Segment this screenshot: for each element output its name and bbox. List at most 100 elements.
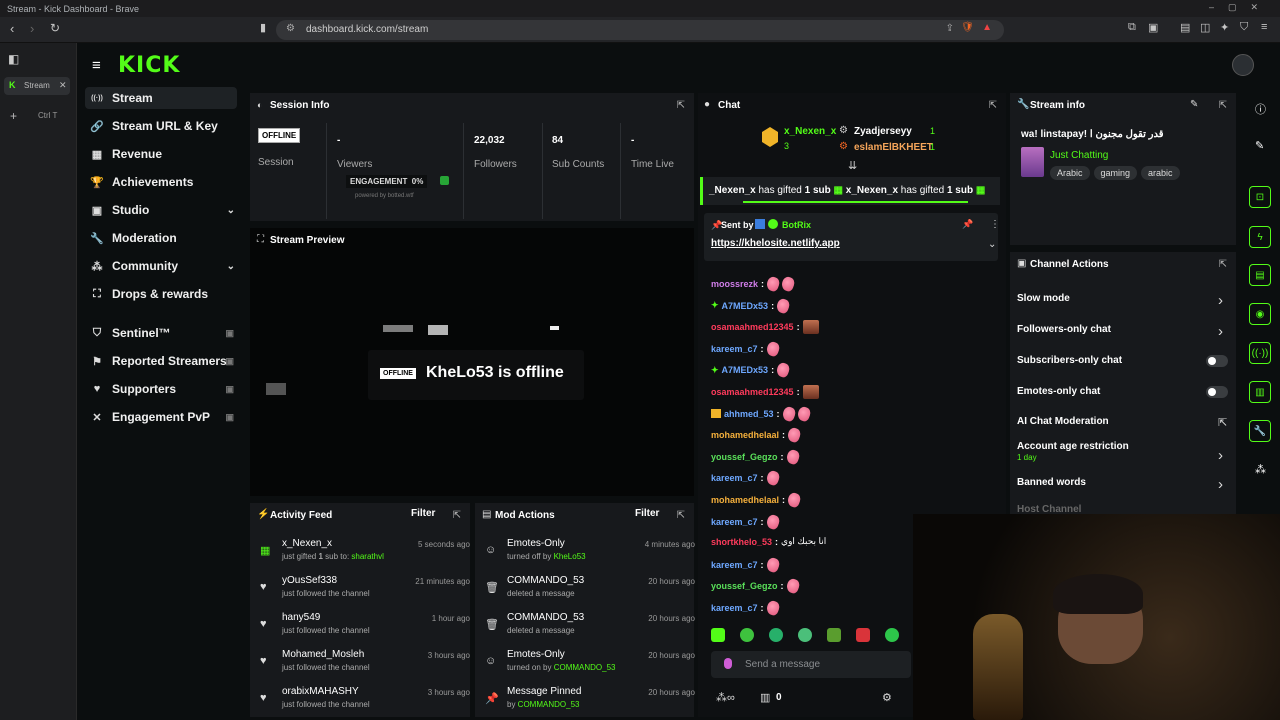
sidebar-item-reported-streamers[interactable]: ⚑ Reported Streamers ▣ bbox=[90, 350, 240, 372]
sidebar-item-achievements[interactable]: 🏆 Achievements bbox=[90, 171, 240, 193]
channel-action-ai-chat-moderation[interactable]: AI Chat Moderation bbox=[1017, 416, 1109, 427]
sidebar-item-drops-rewards[interactable]: ⛶ Drops & rewards bbox=[90, 283, 240, 305]
emoji-icon[interactable] bbox=[724, 658, 732, 669]
community-icon[interactable]: ⁂∞ bbox=[716, 691, 735, 704]
close-icon[interactable]: ✕ bbox=[59, 80, 67, 91]
chevron-down-icon[interactable]: ⌄ bbox=[227, 205, 235, 216]
kick-logo[interactable]: KICK bbox=[118, 53, 180, 78]
tab-stream[interactable]: K Stream ✕ bbox=[4, 77, 70, 95]
toggle-switch[interactable] bbox=[1206, 386, 1228, 398]
chat-username[interactable]: kareem_c7 bbox=[711, 473, 758, 483]
tag[interactable]: Arabic bbox=[1050, 166, 1090, 180]
activity-username[interactable]: yOusSef338 bbox=[282, 575, 337, 586]
channel-action-emotes-only-chat[interactable]: Emotes-only chat bbox=[1017, 386, 1100, 397]
channel-action-banned-words[interactable]: Banned words bbox=[1017, 477, 1086, 488]
more-icon[interactable]: ⋮ bbox=[990, 219, 1000, 230]
pinned-link[interactable]: https://khelosite.netlify.app bbox=[711, 238, 840, 249]
chat-username[interactable]: mohamedhelaal bbox=[711, 495, 779, 505]
activity-username[interactable]: hany549 bbox=[282, 612, 320, 623]
chat-username[interactable]: moossrezk bbox=[711, 279, 758, 289]
rail-button-chat[interactable]: ◉ bbox=[1249, 303, 1271, 325]
collapse-icon[interactable]: ⇊ bbox=[848, 159, 857, 172]
popout-icon[interactable]: ⇱ bbox=[1219, 100, 1227, 111]
menu-icon[interactable]: ≡ bbox=[1261, 21, 1267, 33]
rail-button-doc[interactable]: ▤ bbox=[1249, 264, 1271, 286]
channel-action-subscribers-only-chat[interactable]: Subscribers-only chat bbox=[1017, 355, 1122, 366]
activity-username[interactable]: Mohamed_Mosleh bbox=[282, 649, 364, 660]
profile-avatar[interactable] bbox=[1232, 54, 1254, 76]
sidebar-item-sentinel[interactable]: ⛉ Sentinel™ ▣ bbox=[90, 322, 240, 344]
shield-icon[interactable]: ⛉ bbox=[1240, 21, 1248, 34]
chevron-down-icon[interactable]: ⌄ bbox=[227, 261, 235, 272]
emote-icon[interactable] bbox=[856, 628, 870, 642]
chat-username[interactable]: ahhmed_53 bbox=[724, 409, 774, 419]
popout-icon[interactable]: ⇱ bbox=[677, 510, 685, 521]
emote-icon[interactable] bbox=[740, 628, 754, 642]
popout-icon[interactable]: ⇱ bbox=[1219, 259, 1227, 270]
tag[interactable]: gaming bbox=[1093, 166, 1138, 180]
emote-icon[interactable] bbox=[769, 628, 783, 642]
popout-icon[interactable]: ⇱ bbox=[453, 510, 461, 521]
chevron-right-icon[interactable]: › bbox=[1218, 476, 1223, 493]
tag[interactable]: arabic bbox=[1141, 166, 1180, 180]
brave-rewards-icon[interactable]: ▲ bbox=[982, 22, 992, 33]
sidepanel-icon[interactable]: ▣ bbox=[1148, 21, 1158, 34]
chevron-right-icon[interactable]: › bbox=[1218, 447, 1223, 464]
chat-username[interactable]: A7MEDx53 bbox=[722, 301, 769, 311]
chevron-right-icon[interactable]: › bbox=[1218, 292, 1223, 309]
chat-username[interactable]: youssef_Gegzo bbox=[711, 581, 778, 591]
edit-icon[interactable]: ✎ bbox=[1190, 99, 1198, 110]
channel-action-slow-mode[interactable]: Slow mode bbox=[1017, 293, 1070, 304]
chat-username[interactable]: kareem_c7 bbox=[711, 560, 758, 570]
chevron-right-icon[interactable]: › bbox=[1218, 323, 1223, 340]
chat-settings-icon[interactable]: ⚙ bbox=[882, 691, 892, 704]
activity-username[interactable]: orabixMAHASHY bbox=[282, 686, 359, 697]
chat-username[interactable]: kareem_c7 bbox=[711, 344, 758, 354]
sidebar-item-engagement-pvp[interactable]: ✕ Engagement PvP ▣ bbox=[90, 406, 240, 428]
sidebar-item-stream[interactable]: ((·)) Stream bbox=[85, 87, 237, 109]
address-bar[interactable]: ⚙ dashboard.kick.com/stream ⇪ 🛡 ▲ bbox=[276, 20, 1004, 40]
activity-filter-button[interactable]: Filter bbox=[411, 508, 435, 519]
new-tab-icon[interactable]: + bbox=[10, 109, 17, 123]
chat-username[interactable]: kareem_c7 bbox=[711, 603, 758, 613]
bookmark-icon[interactable]: ▮ bbox=[260, 21, 266, 34]
chat-input[interactable]: Send a message bbox=[711, 651, 911, 678]
chat-username[interactable]: A7MEDx53 bbox=[722, 365, 769, 375]
leo-icon[interactable]: ✦ bbox=[1220, 21, 1229, 34]
info-icon[interactable]: ⓘ bbox=[1255, 101, 1266, 117]
emote-icon[interactable] bbox=[711, 628, 725, 642]
reload-icon[interactable]: ↻ bbox=[50, 21, 60, 35]
sidebar-item-revenue[interactable]: ▦ Revenue bbox=[90, 143, 240, 165]
brave-shields-icon[interactable]: 🛡 bbox=[961, 22, 974, 33]
forward-icon[interactable]: › bbox=[30, 21, 34, 36]
window-controls[interactable]: –▢✕ bbox=[1209, 2, 1272, 13]
popout-icon[interactable]: ⇱ bbox=[677, 100, 685, 111]
chat-username[interactable]: osamaahmed12345 bbox=[711, 322, 794, 332]
category-name[interactable]: Just Chatting bbox=[1050, 150, 1108, 161]
extensions-icon[interactable]: ⧉ bbox=[1128, 21, 1136, 34]
more-icon[interactable]: ⁂ bbox=[1255, 463, 1266, 476]
share-icon[interactable]: ⇪ bbox=[946, 23, 954, 34]
chat-username[interactable]: youssef_Gegzo bbox=[711, 452, 778, 462]
rail-button-bolt[interactable]: ϟ bbox=[1249, 226, 1271, 248]
chat-username[interactable]: kareem_c7 bbox=[711, 517, 758, 527]
site-info-icon[interactable]: ⚙ bbox=[286, 23, 295, 34]
rail-button-log[interactable]: ▥ bbox=[1249, 381, 1271, 403]
external-link-icon[interactable]: ⇱ bbox=[1218, 416, 1227, 429]
popout-icon[interactable]: ⇱ bbox=[989, 100, 997, 111]
vpn-icon[interactable]: ◫ bbox=[1200, 21, 1210, 34]
chat-username[interactable]: osamaahmed12345 bbox=[711, 387, 794, 397]
mod-filter-button[interactable]: Filter bbox=[635, 508, 659, 519]
chat-username[interactable]: shortkhelo_53 bbox=[711, 537, 772, 547]
chevron-down-icon[interactable]: ⌄ bbox=[988, 239, 996, 250]
sidebar-item-stream-url-key[interactable]: 🔗 Stream URL & Key bbox=[90, 115, 240, 137]
rail-button-broadcast[interactable]: ((·)) bbox=[1249, 342, 1271, 364]
sidebar-item-community[interactable]: ⁂ Community ⌄ bbox=[90, 255, 240, 277]
emote-icon[interactable] bbox=[885, 628, 899, 642]
rail-button-record[interactable]: ⊡ bbox=[1249, 186, 1271, 208]
store-icon[interactable]: ▥ bbox=[760, 691, 770, 704]
channel-action-followers-only-chat[interactable]: Followers-only chat bbox=[1017, 324, 1111, 335]
back-icon[interactable]: ‹ bbox=[10, 21, 14, 36]
sidebar-toggle-icon[interactable]: ◧ bbox=[8, 52, 19, 66]
wallet-icon[interactable]: ▤ bbox=[1180, 21, 1190, 34]
